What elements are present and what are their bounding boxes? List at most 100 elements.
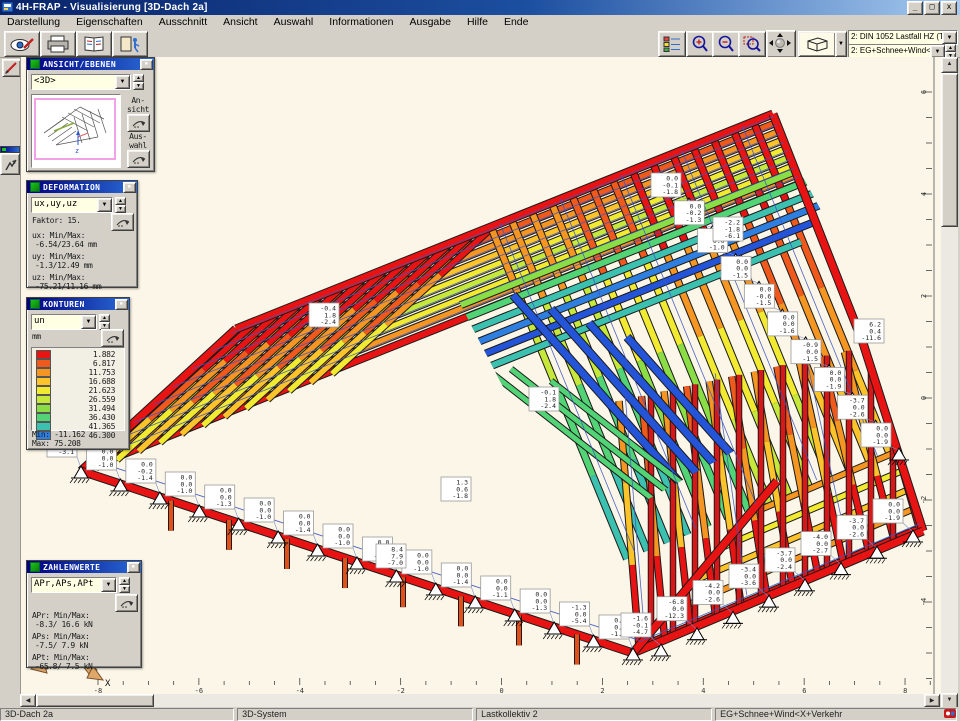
ansicht-pick-button[interactable] [127,114,150,132]
menu-item-ansicht[interactable]: Ansicht [216,16,264,28]
deformation-stat-value: -1.3/12.49 mm [35,261,135,270]
annotation-value: -1.0 [413,565,429,573]
zoom-window-icon [743,35,761,53]
zahlenwerte-apply-button[interactable] [115,594,138,612]
deformation-dropdown-icon[interactable]: ▼ [97,198,112,212]
display-settings-button[interactable] [4,31,40,57]
panel-zahlenwerte-titlebar[interactable]: ZAHLENWERTE ▪ [27,561,141,573]
book-icon [82,35,106,53]
spinner-up-icon[interactable]: ▲ [945,44,956,52]
toolbar: ▼ 2: DIN 1052 Lastfall HZ (Th. 1. O ▼ 2:… [0,29,960,58]
zoom-out-button[interactable] [712,31,740,57]
ruler-v-label: -4 [920,598,928,606]
view-combobox[interactable]: <3D> ▼ [31,74,131,90]
menu-item-ende[interactable]: Ende [497,16,536,28]
statusbar-cell: EG+Schnee+Wind<X+Verkehr [715,708,957,721]
deformation-spinner[interactable]: ▲ ▼ [115,197,126,211]
load-spinner[interactable]: ▲ ▼ [945,44,956,57]
view-cube-button[interactable] [798,31,836,57]
menu-item-auswahl[interactable]: Auswahl [267,16,321,28]
menu-item-ausschnitt[interactable]: Ausschnitt [152,16,214,28]
panel-close-icon[interactable]: ▪ [123,182,136,193]
minimize-button[interactable]: _ [907,1,923,15]
spinner-up-icon[interactable]: ▲ [115,197,126,205]
auswahl-pick-button[interactable] [127,150,150,168]
deformation-apply-button[interactable] [111,213,134,231]
annotation-value: -4.7 [632,628,648,636]
menu-item-hilfe[interactable]: Hilfe [460,16,495,28]
panel-deformation-title: DEFORMATION [43,183,100,192]
pan-control[interactable] [766,30,796,58]
menu-item-eigenschaften[interactable]: Eigenschaften [69,16,150,28]
annotation-value: -1.9 [884,514,900,522]
app-icon [2,1,14,13]
deformation-stat-value: -6.54/23.64 mm [35,240,135,249]
view-spinner[interactable]: ▲ ▼ [133,74,144,88]
deformation-combobox[interactable]: ux,uy,uz ▼ [31,197,113,213]
exit-button[interactable] [112,31,148,57]
layer-list-button[interactable] [658,31,686,57]
spinner-up-icon[interactable]: ▲ [133,74,144,82]
pan-arrows-icon [767,31,793,55]
panel-deformation-titlebar[interactable]: DEFORMATION ▪ [27,181,137,193]
scroll-left-icon[interactable]: ◀ [20,694,36,707]
panel-close-icon[interactable]: ▪ [140,59,153,70]
panel-deformation: DEFORMATION ▪ ux,uy,uz ▼ ▲ ▼ Faktor: 15.… [26,180,138,288]
legend-row: 41.365 [36,422,124,430]
annotation-value: -6.1 [724,232,740,240]
maximize-button[interactable]: □ [924,1,940,15]
scroll-right-icon[interactable]: ▶ [924,694,940,707]
spinner-down-icon[interactable]: ▼ [133,82,144,90]
scroll-up-icon[interactable]: ▲ [941,57,958,73]
horizontal-scrollbar[interactable]: ◀ ▶ [20,694,940,707]
vertical-scroll-thumb[interactable] [941,73,958,227]
view-dropdown-icon[interactable]: ▼ [115,75,130,89]
annotation-value: -1.6 [779,327,795,335]
print-button[interactable] [40,31,76,57]
konturen-combobox[interactable]: un ▼ [31,314,97,330]
zoom-out-icon [717,35,735,53]
menu-item-darstellung[interactable]: Darstellung [0,16,67,28]
annotation-value: -12.3 [664,612,684,620]
menu-item-informationen[interactable]: Informationen [322,16,400,28]
close-button[interactable]: x [941,1,957,15]
zahlenwerte-combobox[interactable]: APr,APs,APt ▼ [31,577,117,593]
panel-ansicht-titlebar[interactable]: ANSICHT/EBENEN ▪ [27,58,154,70]
window-titlebar[interactable]: 4H-FRAP - Visualisierung [3D-Dach 2a] _ … [0,0,960,15]
spinner-up-icon[interactable]: ▲ [99,314,110,322]
annotation-value: -3.6 [740,579,756,587]
ruler-h-label: -4 [296,687,304,694]
pointer-palette[interactable] [0,146,20,174]
konturen-spinner[interactable]: ▲ ▼ [99,314,110,328]
ruler-v-label: 6 [920,90,928,94]
app-window: { "window": { "title": "4H-FRAP - Visual… [0,0,960,720]
spinner-up-icon[interactable]: ▲ [119,577,130,585]
load-case-dropdown-icon[interactable]: ▼ [942,31,957,44]
legend-swatch [36,413,51,422]
zahlenwerte-stats: APr: Min/Max:-8.3/ 16.6 kNAPs: Min/Max:-… [27,611,139,674]
menu-item-ausgabe[interactable]: Ausgabe [403,16,458,28]
redraw-tool-button[interactable] [2,59,21,77]
zoom-in-button[interactable] [686,31,714,57]
zahlenwerte-dropdown-icon[interactable]: ▼ [101,578,116,592]
zahlenwerte-spinner[interactable]: ▲ ▼ [119,577,130,591]
view-thumbnail[interactable]: z [31,94,121,168]
annotation-value: -1.0 [709,244,725,252]
panel-close-icon[interactable]: ▪ [127,562,140,573]
panel-close-icon[interactable]: ▪ [115,299,128,310]
zoom-window-button[interactable] [738,31,766,57]
view-cube-dropdown[interactable]: ▼ [835,31,847,57]
vertical-scrollbar[interactable]: ▲ ▼ [941,57,958,707]
horizontal-scroll-thumb[interactable] [36,694,154,707]
spinner-down-icon[interactable]: ▼ [119,585,130,593]
legend-swatch [36,377,51,386]
spinner-down-icon[interactable]: ▼ [115,205,126,213]
konturen-dropdown-icon[interactable]: ▼ [81,315,96,329]
unit-label: mm [32,332,41,341]
manual-button[interactable] [76,31,112,57]
main-viewport[interactable]: 1.40.4-3.10.00.0-1.00.0-0.2-1.40.00.0-1.… [20,57,941,694]
konturen-apply-button[interactable] [101,329,124,347]
panel-konturen-titlebar[interactable]: KONTUREN ▪ [27,298,129,310]
annotation-value: -2.7 [812,547,828,555]
load-case-combobox[interactable]: 2: DIN 1052 Lastfall HZ (Th. 1. O ▼ [848,30,958,45]
